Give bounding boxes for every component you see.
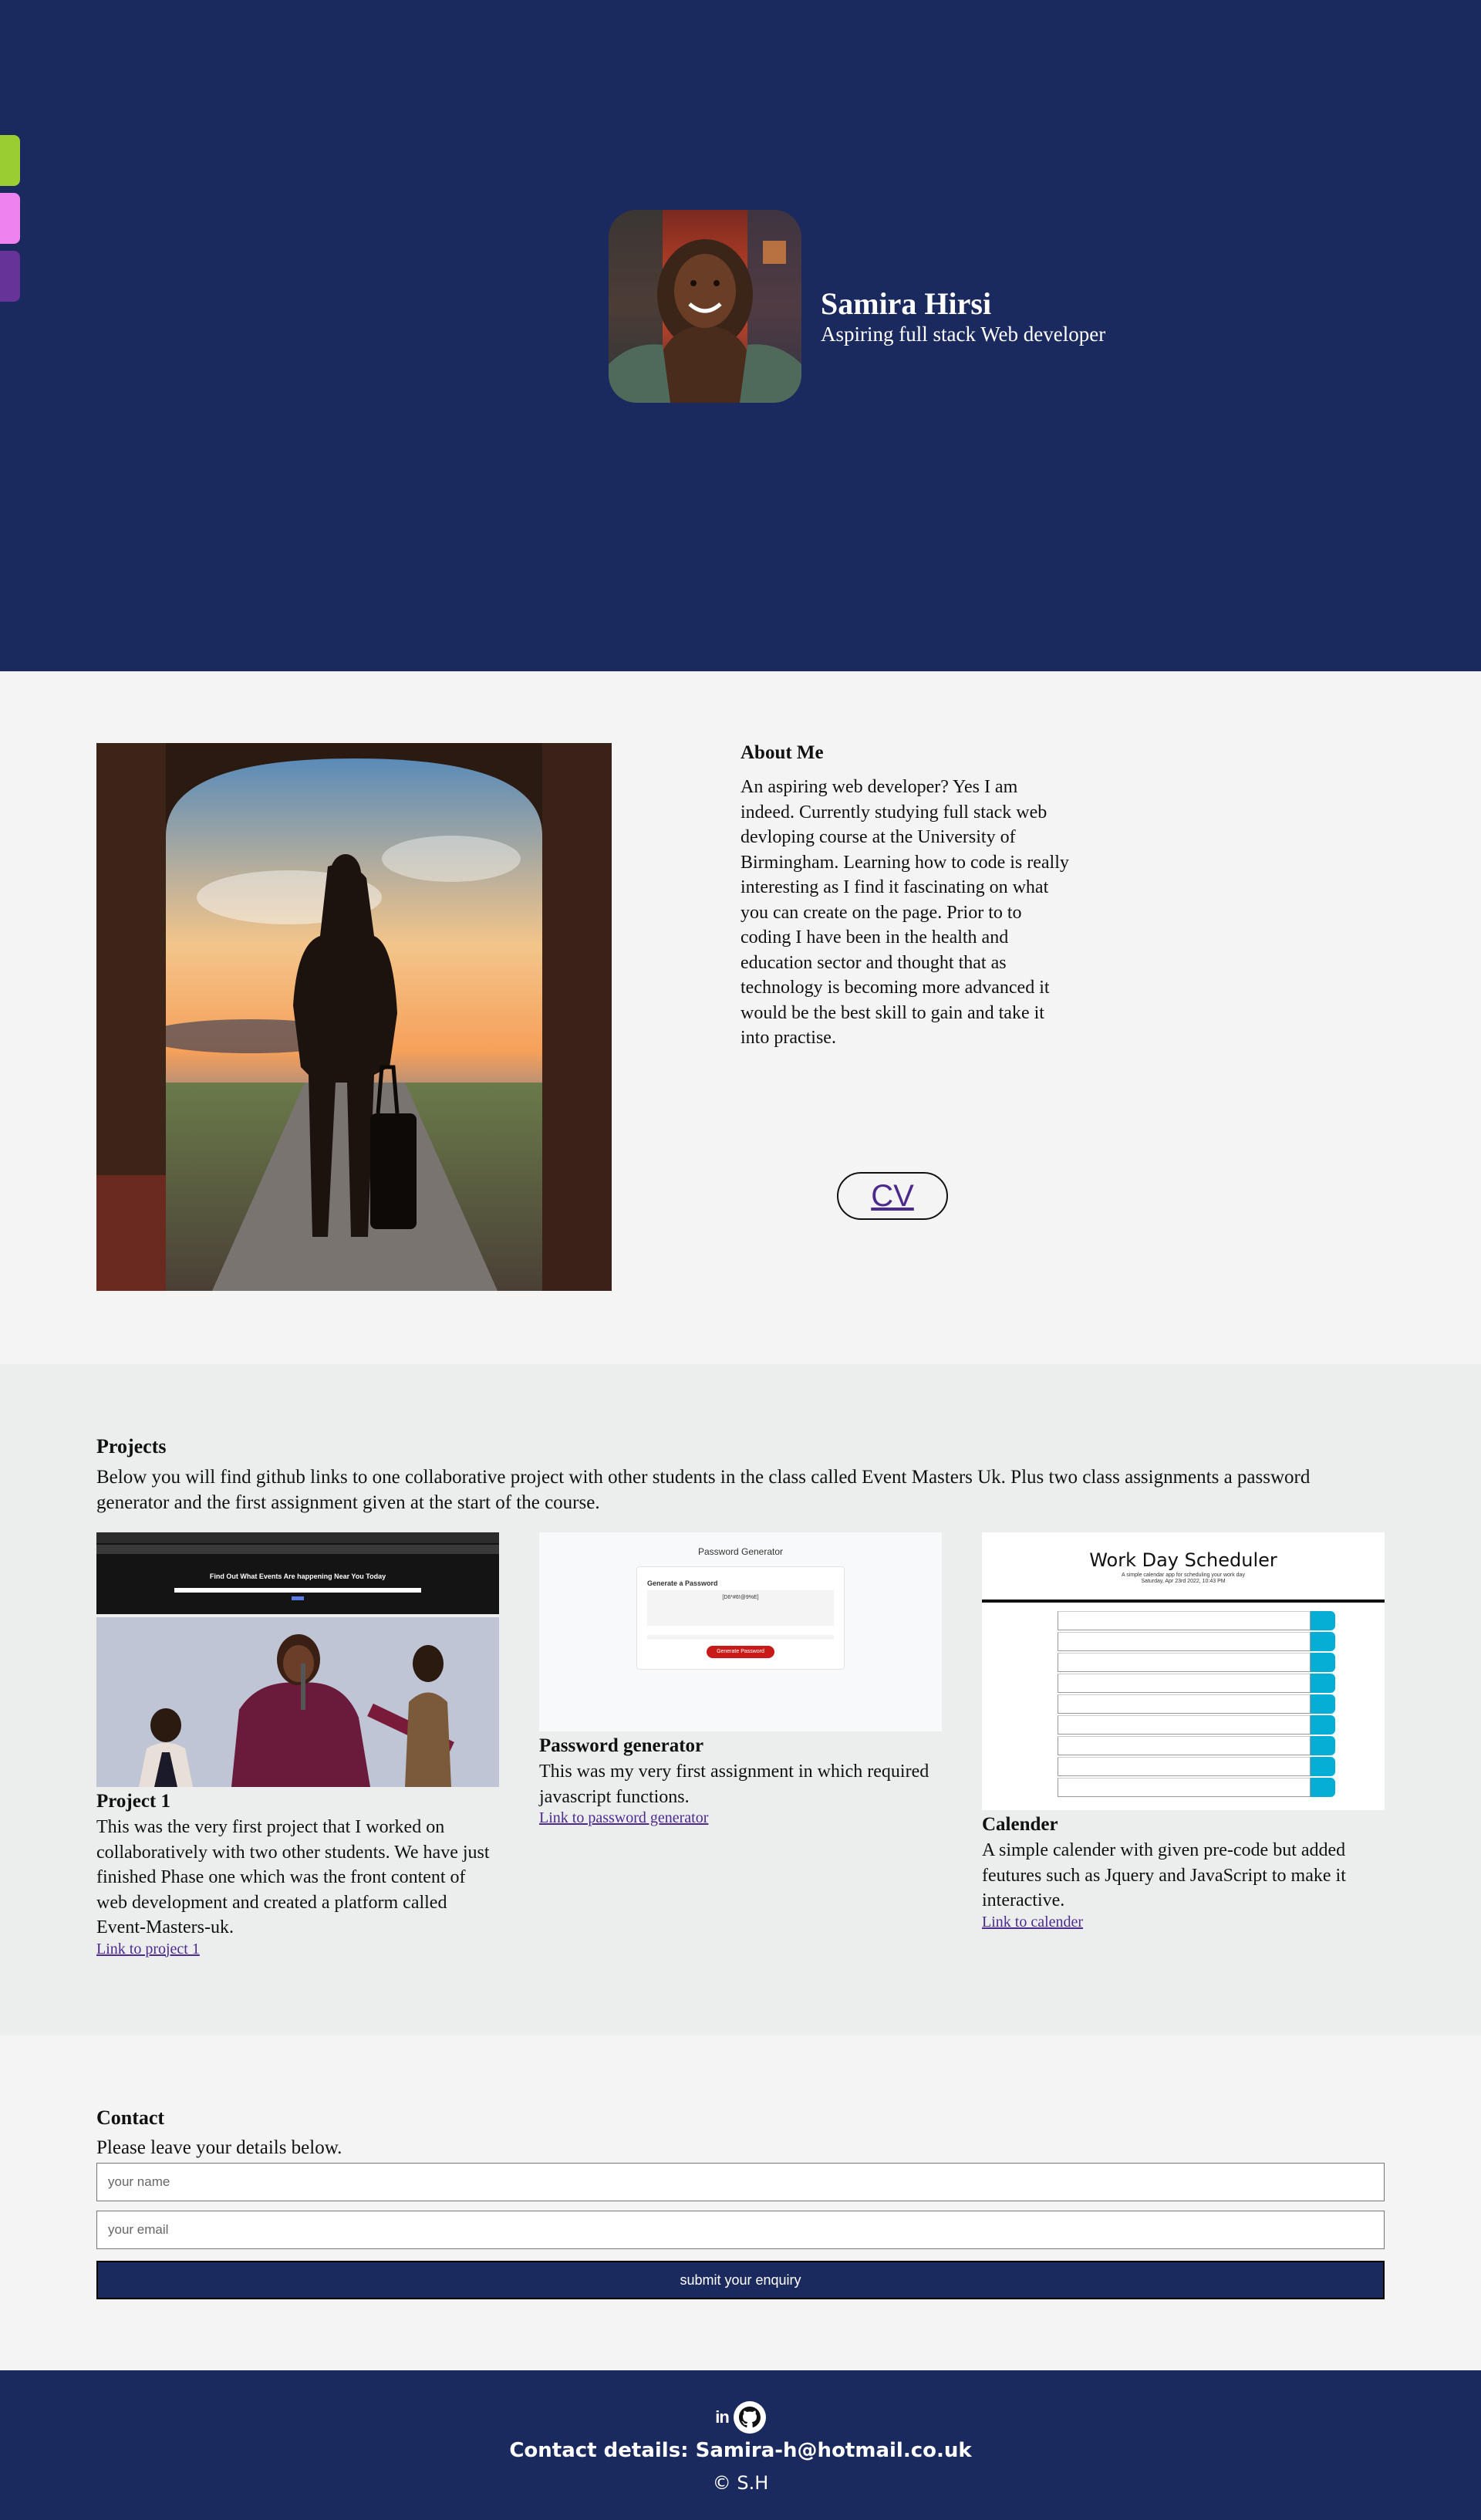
pg-title: Password Generator [697, 1546, 784, 1557]
wds-row [1058, 1673, 1335, 1694]
hero-text: Samira Hirsi Aspiring full stack Web dev… [821, 285, 1105, 346]
wds-row-input [1058, 1632, 1311, 1651]
contact-text: Please leave your details below. [96, 2137, 342, 2158]
email-input[interactable] [96, 2211, 1385, 2249]
footer-contact-details: Contact details: Samira-h@hotmail.co.uk [509, 2439, 972, 2462]
wds-save-icon [1311, 1757, 1335, 1776]
project-1-screenshot: Find Out What Events Are happening Near … [96, 1532, 499, 1787]
hero-name: Samira Hirsi [821, 286, 992, 321]
projects-intro: Below you will find github links to one … [96, 1467, 1311, 1513]
wds-row [1058, 1735, 1335, 1756]
wds-subtitle: A simple calendar app for scheduling you… [1122, 1572, 1245, 1578]
wds-save-icon [1311, 1611, 1335, 1630]
project-description: A simple calender with given pre-code bu… [982, 1840, 1346, 1910]
project-description: This was the very first project that I w… [96, 1817, 490, 1937]
password-generator-screenshot: Password Generator Generate a Password [… [539, 1532, 942, 1731]
wds-row-input [1058, 1736, 1311, 1755]
projects-heading: Projects [96, 1435, 167, 1458]
project-description: This was my very first assignment in whi… [539, 1762, 929, 1807]
calender-screenshot: Work Day Scheduler A simple calendar app… [982, 1532, 1385, 1810]
wds-row-input [1058, 1715, 1311, 1735]
calender-link[interactable]: Link to calender [982, 1914, 1385, 1931]
project-title: Calender [982, 1814, 1058, 1835]
projects-section: Projects Below you will find github link… [0, 1364, 1481, 2035]
name-input[interactable] [96, 2163, 1385, 2201]
pg-password: [D6*#6!@9%E] [722, 1595, 759, 1600]
wds-save-icon [1311, 1778, 1335, 1797]
about-section: About Me An aspiring web developer? Yes … [0, 671, 1481, 1364]
project-card: Work Day Scheduler A simple calendar app… [982, 1532, 1385, 1931]
footer: in Contact details: Samira-h@hotmail.co.… [0, 2370, 1481, 2520]
wds-row [1058, 1714, 1335, 1735]
wds-row [1058, 1694, 1335, 1714]
hero-subtitle: Aspiring full stack Web developer [821, 323, 1106, 346]
wds-row [1058, 1631, 1335, 1652]
wds-save-icon [1311, 1632, 1335, 1651]
wds-row-input [1058, 1653, 1311, 1672]
about-text: An aspiring web developer? Yes I am inde… [740, 777, 1069, 1048]
wds-save-icon [1311, 1736, 1335, 1755]
event-masters-heading: Find Out What Events Are happening Near … [209, 1572, 386, 1580]
wds-save-icon [1311, 1715, 1335, 1735]
wds-date: Saturday, Apr 23rd 2022, 10:43 PM [1141, 1579, 1226, 1584]
wds-row [1058, 1756, 1335, 1777]
profile-photo [609, 210, 801, 403]
wds-row-input [1058, 1674, 1311, 1693]
wds-save-icon [1311, 1674, 1335, 1693]
wds-row [1058, 1777, 1335, 1798]
theme-tab-green[interactable] [0, 135, 20, 186]
pg-generate-button: Generate Password [707, 1646, 774, 1658]
wds-save-icon [1311, 1653, 1335, 1672]
hero-section: Samira Hirsi Aspiring full stack Web dev… [0, 0, 1481, 671]
project-card: Password Generator Generate a Password [… [539, 1532, 942, 1826]
submit-enquiry-button[interactable]: submit your enquiry [96, 2261, 1385, 2299]
project-title: Password generator [539, 1735, 704, 1756]
wds-row-input [1058, 1778, 1311, 1797]
wds-save-icon [1311, 1694, 1335, 1714]
contact-section: Contact Please leave your details below.… [0, 2035, 1481, 2370]
pg-card-title: Generate a Password [647, 1579, 718, 1587]
wds-row-input [1058, 1611, 1311, 1630]
wds-row-input [1058, 1694, 1311, 1714]
project-title: Project 1 [96, 1791, 171, 1812]
wds-row [1058, 1652, 1335, 1673]
linkedin-icon[interactable]: in [715, 2407, 730, 2427]
cv-button[interactable]: CV [837, 1172, 948, 1220]
project-card: Find Out What Events Are happening Near … [96, 1532, 499, 1958]
footer-copyright: © S.H [712, 2472, 769, 2494]
social-links: in [0, 2401, 1481, 2434]
github-icon[interactable] [733, 2401, 766, 2434]
theme-switcher [0, 135, 20, 309]
about-image [96, 743, 612, 1291]
theme-tab-purple[interactable] [0, 251, 20, 302]
password-generator-link[interactable]: Link to password generator [539, 1809, 942, 1826]
theme-tab-pink[interactable] [0, 193, 20, 244]
wds-title: Work Day Scheduler [1089, 1549, 1277, 1571]
contact-heading: Contact [96, 2106, 165, 2129]
project-1-link[interactable]: Link to project 1 [96, 1941, 499, 1958]
wds-row-input [1058, 1757, 1311, 1776]
wds-row [1058, 1610, 1335, 1631]
about-heading: About Me [740, 742, 824, 763]
